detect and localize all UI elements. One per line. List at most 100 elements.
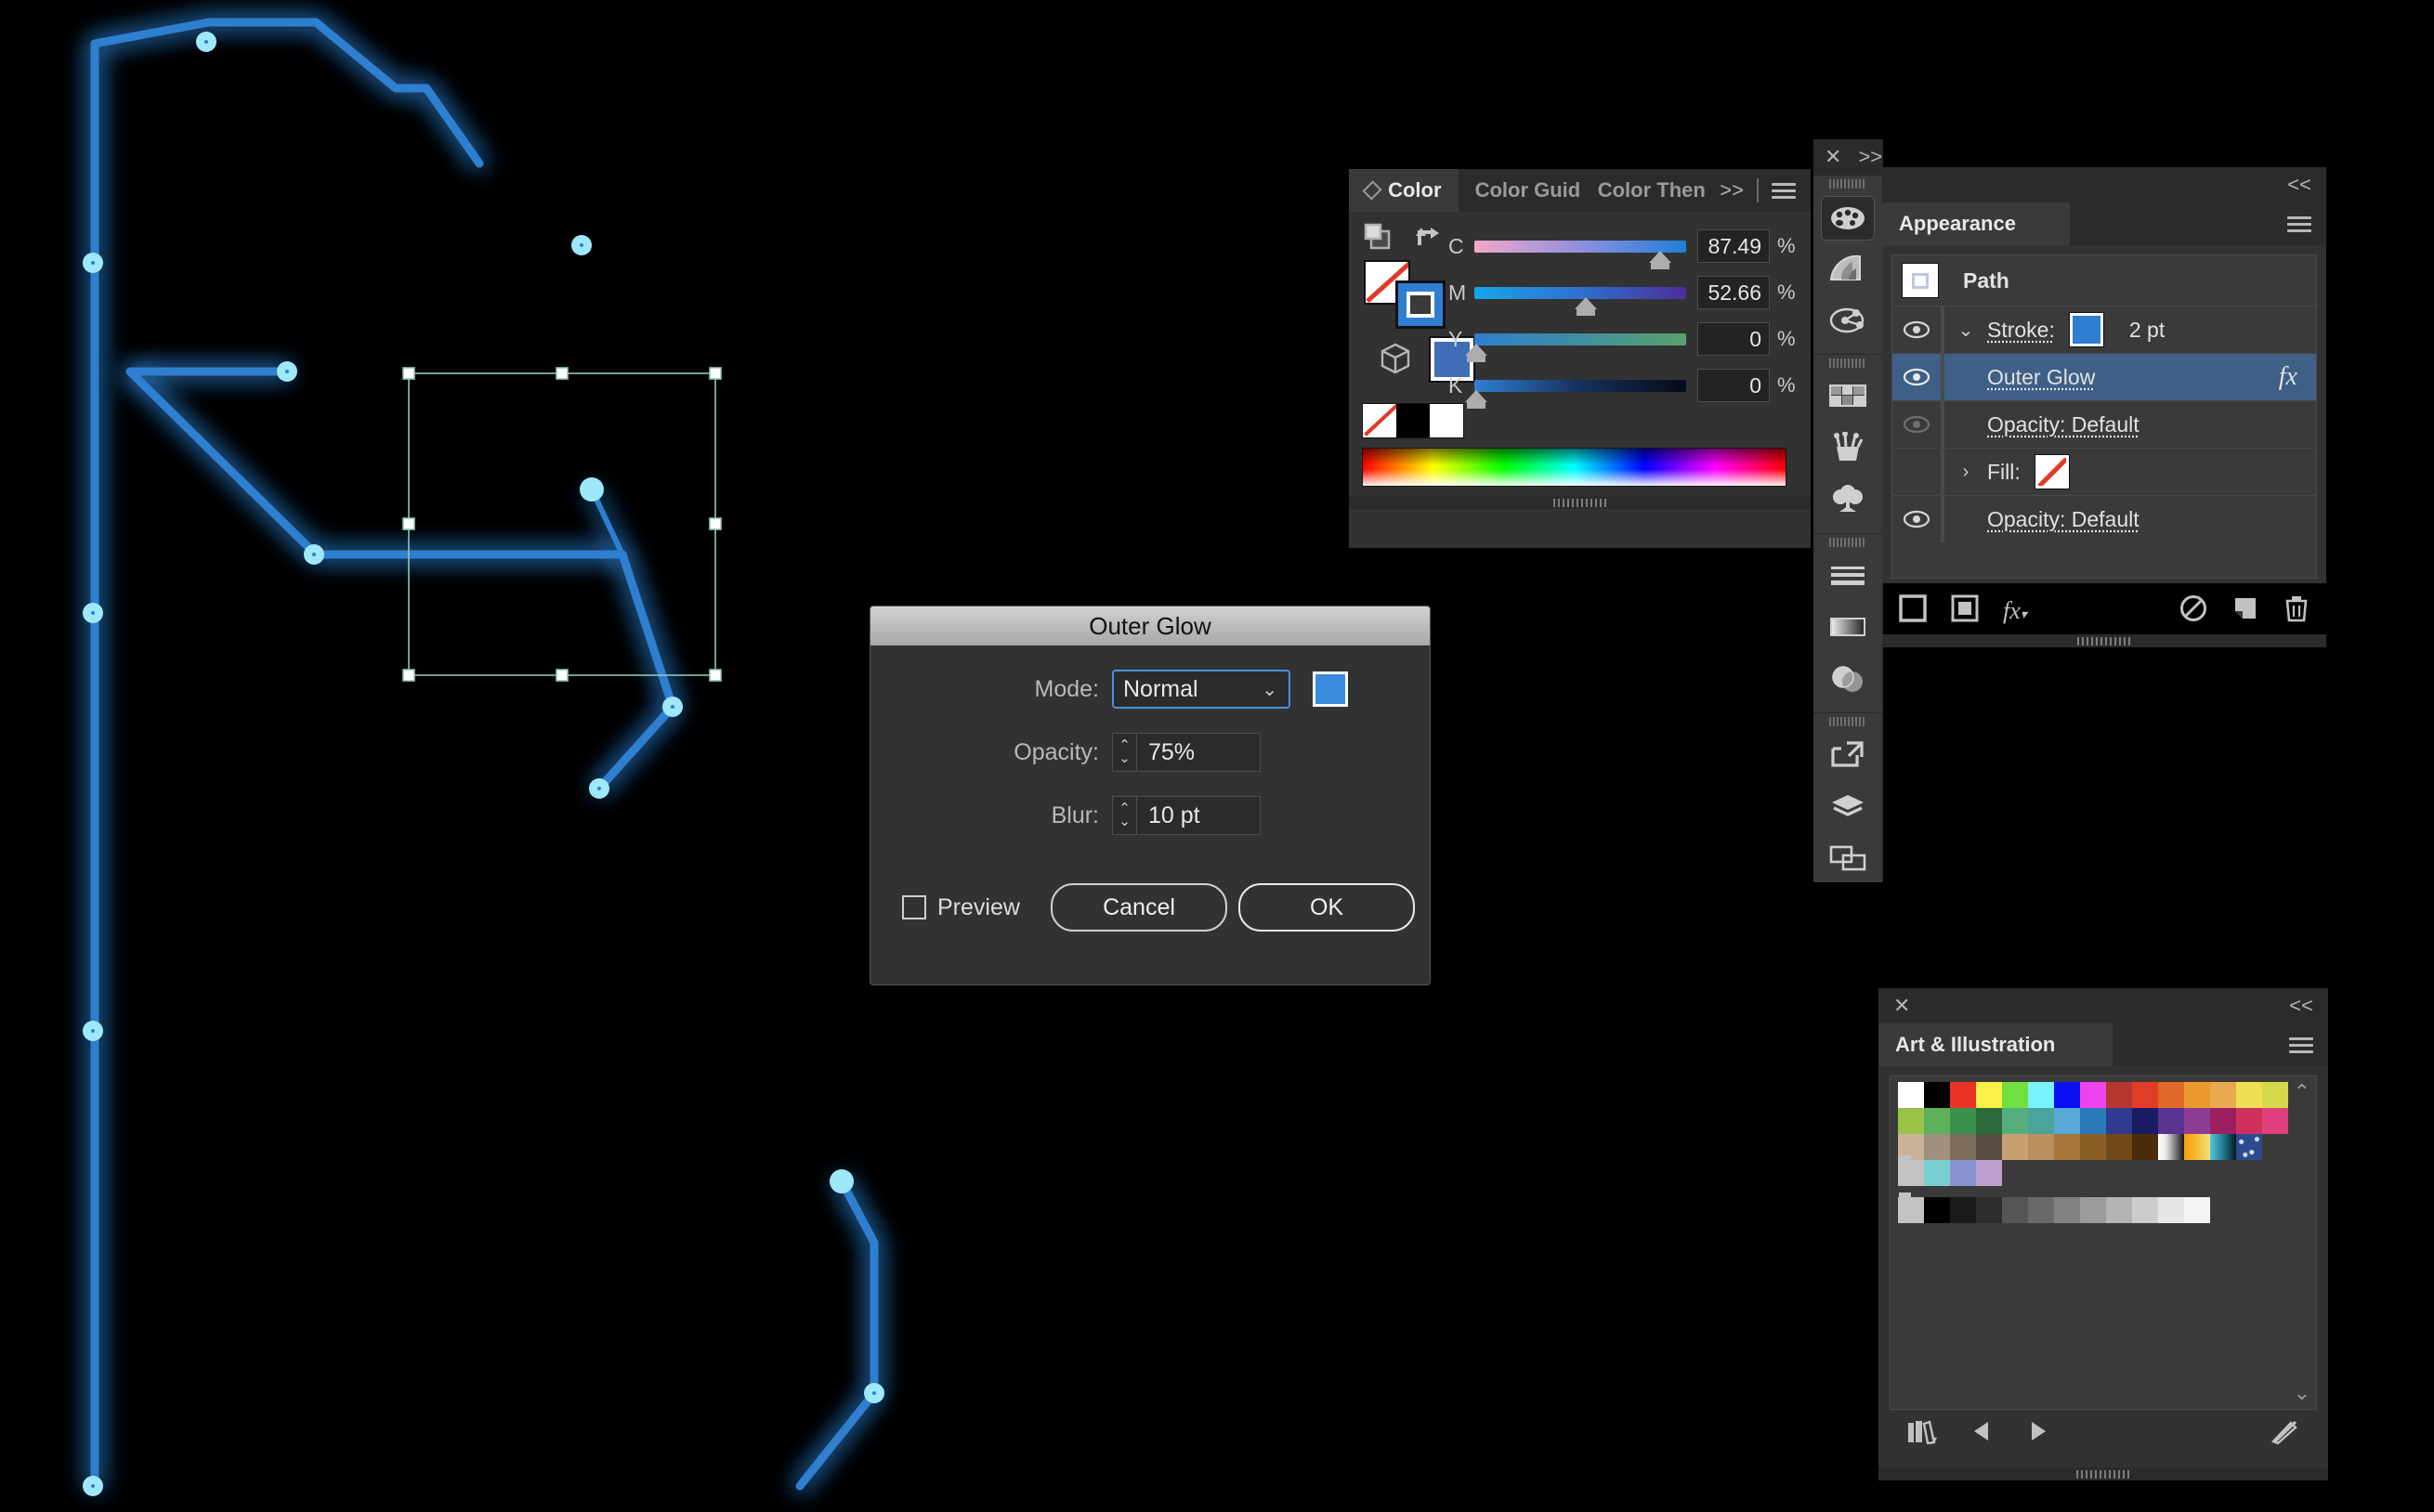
swatch[interactable] [2080, 1134, 2106, 1160]
swatch[interactable] [2132, 1134, 2158, 1160]
swatch[interactable] [1924, 1082, 1950, 1108]
fx-icon[interactable]: fx [2279, 362, 2297, 392]
swatch[interactable] [1976, 1160, 2002, 1186]
tab-appearance[interactable]: Appearance [1882, 202, 2070, 245]
swatch[interactable] [2158, 1197, 2184, 1223]
slider-thumb-y[interactable] [1465, 344, 1487, 356]
slider-thumb-m[interactable] [1575, 297, 1597, 309]
art-panel-tabs[interactable]: Art & Illustration [1878, 1023, 2328, 1066]
channel-value-m[interactable]: 52.66 [1697, 276, 1770, 309]
mode-select[interactable]: Normal ⌄ [1112, 670, 1290, 709]
appearance-panel[interactable]: << Appearance Path [1882, 167, 2326, 583]
swatch[interactable] [2236, 1082, 2262, 1108]
quick-swatch-white[interactable] [1430, 404, 1463, 437]
art-panel-body[interactable]: ⌃ ⌄ [1878, 1066, 2328, 1467]
dialog-field-blur[interactable]: Blur: ⌃ ⌄ 10 pt [870, 796, 1430, 835]
appearance-fill-swatch-none[interactable] [2035, 455, 2069, 489]
appearance-panel-tabs[interactable]: Appearance [1882, 202, 2326, 245]
dialog-title-bar[interactable]: Outer Glow [870, 606, 1430, 645]
add-effect-fx-icon[interactable]: fx▾ [2003, 597, 2027, 625]
swatch[interactable] [2028, 1082, 2054, 1108]
rail-button-symbols[interactable] [1813, 476, 1882, 528]
swatch-gradient-bw[interactable] [2158, 1134, 2184, 1160]
swatch[interactable] [2132, 1082, 2158, 1108]
slider-row-y[interactable]: Y 0 % [1448, 316, 1801, 362]
swatch[interactable] [2080, 1082, 2106, 1108]
quick-swatch-black[interactable] [1396, 404, 1430, 437]
slider-thumb-k[interactable] [1465, 390, 1487, 402]
swatch-row[interactable] [1898, 1134, 2310, 1160]
rail-button-gradient[interactable] [1813, 603, 1882, 655]
color-panel-body[interactable]: C 87.49 % M 52.66 % Y [1349, 212, 1811, 496]
outer-glow-dialog[interactable]: Outer Glow Mode: Normal ⌄ Opacity: ⌃ ⌄ 7… [870, 606, 1431, 985]
color-spectrum-ramp[interactable] [1362, 448, 1786, 487]
rail-button-color-guide[interactable] [1813, 244, 1882, 296]
appearance-outer-glow-label[interactable]: Outer Glow [1987, 365, 2095, 390]
stroke-swatch[interactable] [1395, 280, 1446, 329]
swatch[interactable] [2236, 1108, 2262, 1134]
rail-button-transparency[interactable] [1813, 655, 1882, 707]
panel-menu-icon[interactable] [2289, 1034, 2313, 1057]
stack-squares-icon[interactable] [1364, 223, 1395, 251]
swatch[interactable] [1924, 1108, 1950, 1134]
channel-value-c[interactable]: 87.49 [1697, 229, 1770, 263]
add-new-stroke-icon[interactable] [1899, 594, 1927, 629]
chevron-down-icon[interactable]: ⌄ [2294, 1381, 2310, 1405]
channel-value-y[interactable]: 0 [1697, 322, 1770, 356]
visibility-eye-icon[interactable] [1892, 415, 1941, 434]
panel-resize-grip[interactable] [1878, 1467, 2328, 1480]
swatch[interactable] [2262, 1108, 2288, 1134]
expand-panels-icon[interactable]: >> [1858, 147, 1882, 167]
appearance-row-path[interactable]: Path [1892, 255, 2316, 306]
appearance-row-stroke[interactable]: ⌄ Stroke: 2 pt [1892, 306, 2316, 354]
swatch[interactable] [2158, 1082, 2184, 1108]
rail-button-color-themes[interactable] [1813, 296, 1882, 348]
dialog-field-opacity[interactable]: Opacity: ⌃ ⌄ 75% [870, 733, 1430, 772]
swatch[interactable] [2028, 1197, 2054, 1223]
panel-resize-grip[interactable] [1349, 496, 1811, 509]
appearance-row-opacity-stroke[interactable]: Opacity: Default [1892, 401, 2316, 449]
rail-button-export[interactable] [1813, 730, 1882, 782]
dialog-field-mode[interactable]: Mode: Normal ⌄ [870, 670, 1430, 709]
appearance-opacity-label[interactable]: Opacity: Default [1987, 412, 2140, 437]
quick-swatch-none[interactable] [1363, 404, 1396, 437]
chevron-right-icon[interactable]: › [1944, 462, 1987, 483]
slider-thumb-c[interactable] [1649, 251, 1671, 263]
channel-value-k[interactable]: 0 [1697, 369, 1770, 402]
tab-color[interactable]: Color [1349, 169, 1459, 212]
rail-grip[interactable] [1813, 355, 1882, 371]
rail-button-color-palette[interactable] [1813, 192, 1882, 244]
swatch[interactable] [2002, 1197, 2028, 1223]
swatch[interactable] [2262, 1082, 2288, 1108]
swatch[interactable] [2184, 1108, 2210, 1134]
rail-grip[interactable] [1813, 534, 1882, 551]
next-arrow-icon[interactable] [2025, 1419, 2049, 1450]
swatch[interactable] [2106, 1134, 2132, 1160]
swatch[interactable] [1950, 1134, 1976, 1160]
blur-input[interactable]: 10 pt [1136, 796, 1261, 835]
swatch[interactable] [2002, 1108, 2028, 1134]
rail-button-artboards[interactable] [1813, 834, 1882, 886]
swatch[interactable] [2132, 1108, 2158, 1134]
swatch[interactable] [2054, 1197, 2080, 1223]
swatch-row[interactable] [1898, 1197, 2310, 1223]
preview-checkbox[interactable] [902, 895, 926, 919]
swatch-group-folder[interactable] [1898, 1197, 1924, 1223]
swatch-grid[interactable]: ⌃ ⌄ [1890, 1075, 2317, 1410]
slider-track-k[interactable] [1474, 380, 1686, 392]
tab-color-guide[interactable]: Color Guide [1459, 169, 1581, 212]
tab-color-themes[interactable]: Color Then [1581, 169, 1706, 212]
swatch[interactable] [2184, 1197, 2210, 1223]
rail-button-swatches[interactable] [1813, 371, 1882, 424]
chevron-up-icon[interactable]: ⌃ [2294, 1080, 2310, 1104]
panel-dock-rail[interactable]: ✕ >> [1813, 139, 1883, 882]
slider-track-c[interactable] [1474, 241, 1686, 253]
clear-appearance-icon[interactable] [2179, 594, 2207, 629]
tab-art-illustration[interactable]: Art & Illustration [1878, 1023, 2113, 1066]
swatch[interactable] [1976, 1197, 2002, 1223]
swatch[interactable] [2028, 1134, 2054, 1160]
blur-stepper[interactable]: ⌃ ⌄ [1112, 796, 1136, 835]
slider-row-k[interactable]: K 0 % [1448, 362, 1801, 409]
opacity-stepper[interactable]: ⌃ ⌄ [1112, 733, 1136, 772]
previous-arrow-icon[interactable] [1969, 1419, 1994, 1450]
